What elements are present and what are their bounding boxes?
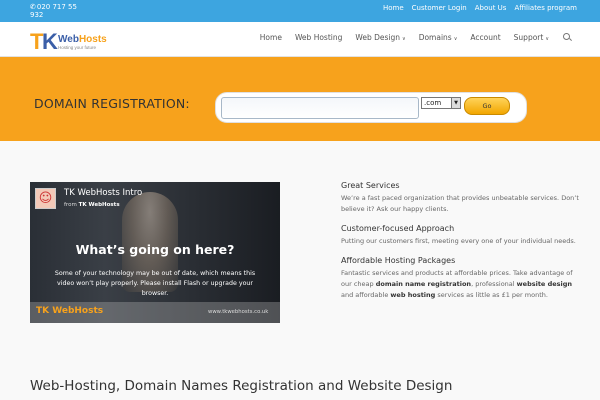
feature-title: Customer-focused Approach: [341, 224, 455, 233]
nav-support-label: Support: [513, 32, 544, 42]
nav-web-hosting[interactable]: Web Hosting: [295, 33, 342, 42]
video-from-prefix: from: [64, 202, 77, 208]
svg-text:Hosting your future: Hosting your future: [58, 45, 97, 50]
web-hosting-highlight: web hosting: [390, 291, 436, 299]
nav-home[interactable]: Home: [260, 33, 282, 42]
go-button[interactable]: Go: [464, 97, 510, 115]
domain-search-input[interactable]: [221, 97, 419, 119]
svg-text:K: K: [42, 29, 58, 54]
domain-registration-label: DOMAIN REGISTRATION:: [34, 96, 190, 111]
nav-account[interactable]: Account: [470, 33, 500, 42]
dropdown-arrow-icon: ▼: [451, 98, 460, 108]
video-footer-url: www.tkwebhosts.co.uk: [208, 309, 269, 315]
feature-great-services: Great Services We’re a fast paced organi…: [341, 181, 581, 215]
nav-web-design-label: Web Design: [355, 32, 401, 42]
nav-support[interactable]: Support ∨: [514, 33, 549, 42]
main-header: T K WebHosts Hosting your future Home We…: [0, 22, 600, 57]
video-from: from TK WebHosts: [64, 202, 120, 208]
feature-text-part: , professional: [471, 280, 517, 288]
features-list: Great Services We’re a fast paced organi…: [341, 181, 581, 310]
phone-icon: ✆: [30, 3, 36, 11]
phone-text: 020 717 55 932: [30, 3, 77, 19]
feature-text-part: services as little as £1 per month.: [435, 291, 548, 299]
nav-home-label: Home: [259, 32, 282, 42]
top-link-about-us[interactable]: About Us: [475, 4, 507, 12]
video-error-headline: What’s going on here?: [75, 242, 235, 257]
chevron-down-icon: ∨: [453, 35, 458, 42]
feature-text: Fantastic services and products at affor…: [341, 268, 581, 301]
top-link-customer-login[interactable]: Customer Login: [412, 4, 467, 12]
top-link-home[interactable]: Home: [383, 4, 404, 12]
nav-web-design[interactable]: Web Design ∨: [355, 33, 405, 42]
tld-selected-value: .com: [424, 99, 442, 107]
feature-affordable-hosting: Affordable Hosting Packages Fantastic se…: [341, 256, 581, 301]
website-design-highlight: website design: [516, 280, 573, 288]
top-links: Home Customer Login About Us Affiliates …: [383, 4, 577, 12]
intro-video-player[interactable]: ☺ TK WebHosts Intro from TK WebHosts Wha…: [30, 182, 280, 323]
chevron-down-icon: ∨: [545, 35, 549, 42]
video-from-name[interactable]: TK WebHosts: [79, 202, 120, 208]
svg-text:WebHosts: WebHosts: [58, 34, 107, 45]
feature-title: Affordable Hosting Packages: [341, 256, 456, 265]
video-error-message: Some of your technology may be out of da…: [54, 270, 256, 297]
top-bar: ✆020 717 55 932 Home Customer Login Abou…: [0, 0, 600, 22]
tld-select[interactable]: .com ▼: [421, 97, 461, 109]
top-link-affiliates[interactable]: Affiliates program: [514, 4, 577, 12]
domain-registration-highlight: domain name registration: [375, 280, 472, 288]
nav-web-hosting-label: Web Hosting: [294, 32, 343, 42]
channel-avatar[interactable]: ☺: [35, 188, 56, 209]
main-nav: Home Web Hosting Web Design ∨ Domains ∨ Ac…: [260, 32, 572, 42]
feature-text: We’re a fast paced organization that pro…: [341, 194, 579, 213]
phone-number[interactable]: ✆020 717 55 932: [30, 3, 80, 19]
feature-text: Putting our customers first, meeting eve…: [341, 237, 576, 245]
video-footer-logo: TK WebHosts: [36, 306, 104, 316]
search-icon[interactable]: [562, 32, 572, 42]
feature-text-part: and affordable: [341, 291, 391, 299]
feature-title: Great Services: [341, 181, 400, 190]
video-title[interactable]: TK WebHosts Intro: [64, 188, 142, 198]
nav-domains[interactable]: Domains ∨: [419, 33, 458, 42]
site-logo[interactable]: T K WebHosts Hosting your future: [30, 28, 120, 54]
nav-domains-label: Domains: [418, 32, 452, 42]
nav-account-label: Account: [470, 32, 501, 42]
feature-customer-focused: Customer-focused Approach Putting our cu…: [341, 224, 581, 247]
chevron-down-icon: ∨: [402, 35, 406, 42]
section-heading: Web-Hosting, Domain Names Registration a…: [30, 378, 453, 394]
